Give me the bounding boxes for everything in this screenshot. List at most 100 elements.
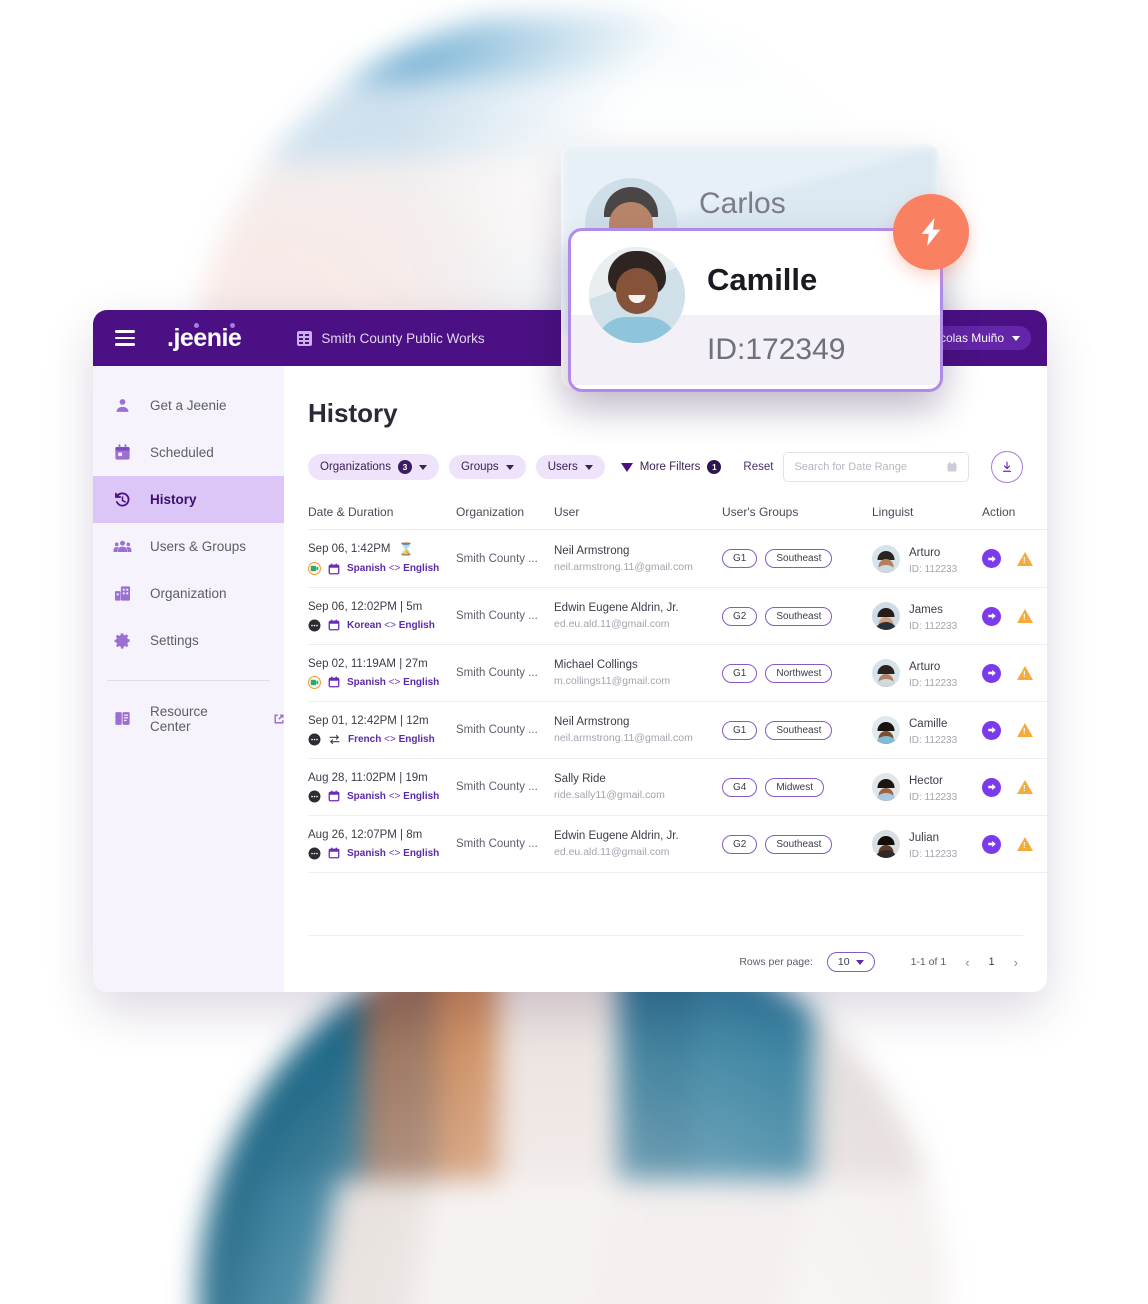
building-icon xyxy=(113,584,132,603)
calendar-icon xyxy=(328,619,340,631)
sidebar-item-history[interactable]: History xyxy=(93,476,284,523)
more-filters-button[interactable]: More Filters 1 xyxy=(620,460,722,474)
linguist-id: ID: 112233 xyxy=(909,621,958,632)
report-issue-icon[interactable] xyxy=(1017,551,1033,566)
cell-linguist: James ID: 112233 xyxy=(872,587,982,645)
cell-users-groups: G1 Northwest xyxy=(722,644,872,702)
download-button[interactable] xyxy=(991,451,1023,483)
language-pair: Korean <> English xyxy=(347,619,435,631)
user-name: Neil Armstrong xyxy=(554,544,630,557)
audio-mode-icon xyxy=(308,790,321,803)
filter-groups[interactable]: Groups xyxy=(448,455,526,479)
group-pill[interactable]: G2 xyxy=(722,606,758,626)
report-issue-icon[interactable] xyxy=(1017,780,1033,794)
reset-filters-link[interactable]: Reset xyxy=(743,461,773,473)
report-issue-icon[interactable] xyxy=(1017,723,1033,737)
gear-icon xyxy=(113,631,132,650)
group-pill[interactable]: Northwest xyxy=(765,663,833,683)
report-issue-icon[interactable] xyxy=(1017,666,1033,680)
history-icon xyxy=(113,490,132,509)
go-to-session-button[interactable] xyxy=(982,606,1001,626)
audio-mode-icon xyxy=(308,619,321,632)
sidebar-item-label: History xyxy=(150,492,197,507)
user-email: m.collings11@gmail.com xyxy=(554,675,671,687)
filter-organizations[interactable]: Organizations 3 xyxy=(308,454,439,480)
session-datetime: Sep 06, 1:42PM xyxy=(308,543,391,555)
jeenie-logo[interactable]: .jeenie xyxy=(167,322,242,351)
sidebar-item-label: Resource Center xyxy=(150,703,208,734)
go-to-session-button[interactable] xyxy=(982,663,1001,683)
next-page-button[interactable]: › xyxy=(1009,955,1023,970)
table-header: Date & Duration Organization User User's… xyxy=(308,505,1047,530)
session-datetime: Sep 06, 12:02PM | 5m xyxy=(308,600,423,613)
sidebar-item-scheduled[interactable]: Scheduled xyxy=(93,429,284,476)
person-icon xyxy=(113,396,132,415)
go-to-session-button[interactable] xyxy=(982,720,1001,740)
cell-user: Neil Armstrong neil.armstrong.11@gmail.co… xyxy=(554,701,722,759)
table-row[interactable]: Aug 28, 11:02PM | 19m Spanish <> English S… xyxy=(308,758,1047,816)
cell-linguist: Hector ID: 112233 xyxy=(872,758,982,816)
filter-count-badge: 3 xyxy=(397,460,412,474)
table-row[interactable]: Sep 01, 12:42PM | 12m French <> English Sm… xyxy=(308,701,1047,759)
chevron-down-icon xyxy=(584,464,593,470)
go-to-session-button[interactable] xyxy=(982,834,1001,854)
cell-action xyxy=(982,587,1047,645)
rows-per-page-select[interactable]: 10 xyxy=(826,952,875,972)
go-to-session-button[interactable] xyxy=(982,777,1001,797)
column-header-action: Action xyxy=(982,505,1047,530)
sidebar-item-resource-center[interactable]: Resource Center xyxy=(93,695,284,742)
date-range-search[interactable] xyxy=(783,452,969,482)
group-pill[interactable]: G1 xyxy=(722,663,758,683)
filter-users[interactable]: Users xyxy=(535,455,605,479)
cell-action xyxy=(982,758,1047,816)
pagination: Rows per page: 10 1-1 of 1 ‹ 1 › xyxy=(308,935,1023,992)
report-issue-icon[interactable] xyxy=(1017,837,1033,851)
external-link-icon xyxy=(274,714,284,724)
calendar-icon xyxy=(328,563,340,575)
organization-selector[interactable]: Smith County Public Works xyxy=(297,330,485,346)
group-pill[interactable]: Midwest xyxy=(765,777,825,797)
table-row[interactable]: Sep 02, 11:19AM | 27m Spanish <> English S… xyxy=(308,644,1047,702)
current-page-number[interactable]: 1 xyxy=(989,956,995,968)
language-pair: Spanish <> English xyxy=(347,847,440,859)
linguist-card-camille[interactable]: Camille ID:172349 xyxy=(568,228,943,392)
calendar-icon xyxy=(328,790,340,802)
cell-user: Neil Armstrong neil.armstrong.11@gmail.co… xyxy=(554,529,722,588)
avatar xyxy=(872,830,900,858)
cell-linguist: Arturo ID: 112233 xyxy=(872,529,982,588)
table-row[interactable]: Aug 26, 12:07PM | 8m Spanish <> English Sm… xyxy=(308,815,1047,873)
table-row[interactable]: Sep 06, 1:42PM ⌛ Spanish <> English Smith C… xyxy=(308,529,1047,588)
date-range-input[interactable] xyxy=(794,461,940,473)
filter-label: Groups xyxy=(460,461,499,473)
book-icon xyxy=(113,709,132,728)
group-pill[interactable]: G2 xyxy=(722,834,758,854)
session-datetime: Sep 01, 12:42PM | 12m xyxy=(308,714,429,727)
column-header-organization: Organization xyxy=(456,505,554,530)
sidebar-item-label: Settings xyxy=(150,633,199,648)
group-pill[interactable]: Southeast xyxy=(765,549,833,568)
sidebar-item-settings[interactable]: Settings xyxy=(93,617,284,664)
group-pill[interactable]: G1 xyxy=(722,549,758,568)
prev-page-button[interactable]: ‹ xyxy=(960,955,974,970)
linguist-name: Carlos xyxy=(699,186,786,220)
group-pill[interactable]: G4 xyxy=(722,777,758,797)
transfer-icon xyxy=(328,733,341,746)
cell-user: Michael Collings m.collings11@gmail.com xyxy=(554,644,722,702)
filter-bar: Organizations 3 Groups Users More Filter… xyxy=(308,451,1023,483)
sidebar-item-organization[interactable]: Organization xyxy=(93,570,284,617)
sidebar-item-get-a-jeenie[interactable]: Get a Jeenie xyxy=(93,382,284,429)
cell-date-duration: Sep 02, 11:19AM | 27m Spanish <> English xyxy=(308,644,456,702)
group-pill[interactable]: Southeast xyxy=(765,606,833,626)
group-pill[interactable]: G1 xyxy=(722,720,758,740)
sidebar-item-users-and-groups[interactable]: Users & Groups xyxy=(93,523,284,570)
user-email: neil.armstrong.11@gmail.com xyxy=(554,560,693,573)
group-pill[interactable]: Southeast xyxy=(765,834,833,854)
chevron-down-icon xyxy=(505,464,514,470)
hamburger-menu-icon[interactable] xyxy=(115,326,135,349)
table-row[interactable]: Sep 06, 12:02PM | 5m Korean <> English Smi… xyxy=(308,587,1047,645)
linguist-id: ID: 112233 xyxy=(909,792,958,803)
group-pill[interactable]: Southeast xyxy=(765,720,833,740)
go-to-session-button[interactable] xyxy=(982,549,1001,568)
report-issue-icon[interactable] xyxy=(1017,609,1033,623)
cell-user: Edwin Eugene Aldrin, Jr. ed.eu.ald.11@gma… xyxy=(554,815,722,873)
